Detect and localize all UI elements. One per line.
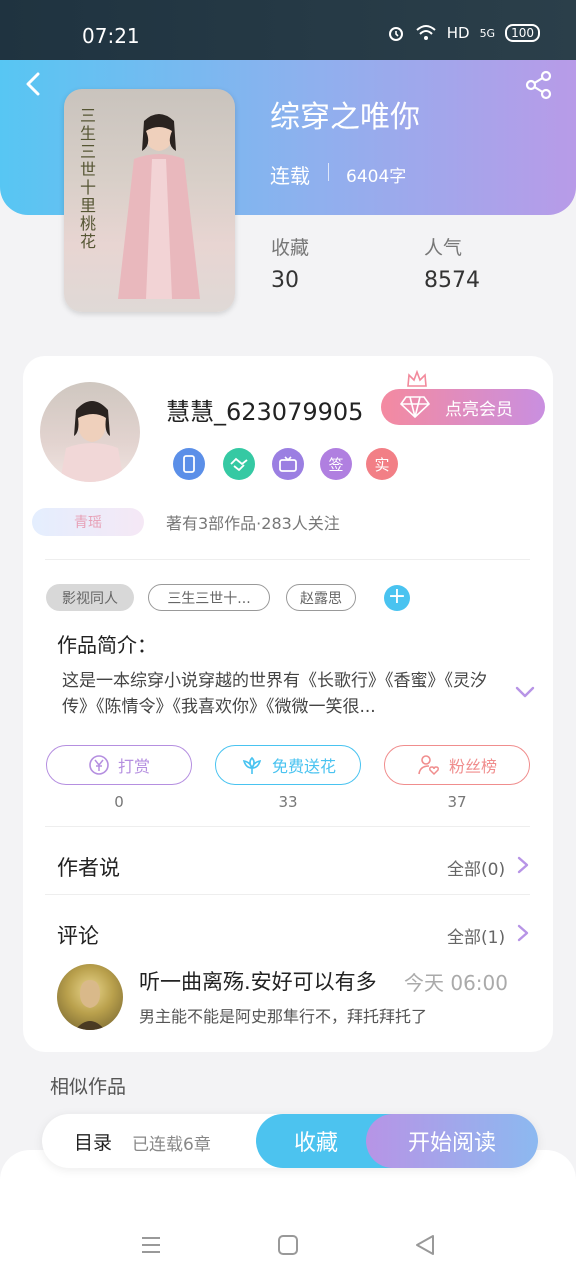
home-nav-icon[interactable] [277, 1234, 299, 1256]
stat-popularity-label: 人气 [424, 237, 463, 259]
back-nav-icon[interactable] [414, 1234, 436, 1256]
comment-text[interactable]: 男主能不能是阿史那隼行不，拜托拜托了 [139, 1003, 427, 1027]
intro-title: 作品简介： [57, 633, 157, 657]
toc-button[interactable]: 目录 [74, 1128, 112, 1155]
book-cover[interactable]: 三生三世十里桃花 [64, 89, 235, 312]
handshake-badge-icon[interactable] [223, 448, 255, 480]
stat-popularity-value: 8574 [424, 268, 480, 293]
bottom-panel [0, 1150, 576, 1280]
chevron-right-icon[interactable] [517, 924, 529, 942]
expand-chevron-down-icon[interactable] [514, 684, 536, 700]
stat-favorites-label: 收藏 [271, 237, 310, 259]
stat-favorites-value: 30 [271, 268, 299, 293]
sign-badge[interactable]: 签 [320, 448, 352, 480]
back-icon[interactable] [22, 72, 46, 96]
toc-chapter-count: 已连载6章 [132, 1135, 211, 1155]
network-label: HD [446, 24, 470, 42]
divider [45, 894, 530, 895]
comment-time: 今天 06:00 [404, 971, 508, 995]
crown-icon [407, 370, 427, 387]
author-level-tag: 青瑶 [32, 508, 144, 536]
start-reading-button[interactable]: 开始阅读 [366, 1114, 538, 1168]
yen-coin-icon [89, 755, 109, 775]
book-word-count: 6404字 [346, 167, 407, 187]
battery-indicator: 100 [505, 24, 540, 42]
collect-button-label: 收藏 [293, 1131, 338, 1156]
status-icons: HD 5G 100 [387, 24, 540, 42]
comments-title: 评论 [57, 924, 99, 948]
author-says-title: 作者说 [57, 856, 120, 880]
status-bar: 07:21 HD 5G 100 [0, 0, 576, 60]
send-flower-button[interactable]: 免费送花 [215, 745, 361, 785]
fan-ranking-button[interactable]: 粉丝榜 [384, 745, 530, 785]
cover-title: 三生三世十里桃花 [77, 107, 96, 251]
book-status: 连载 [270, 164, 310, 188]
menu-nav-icon[interactable] [140, 1234, 162, 1256]
reward-count: 0 [114, 793, 124, 811]
author-level-label: 青瑶 [74, 515, 102, 531]
author-meta: 著有3部作品·283人关注 [166, 514, 340, 533]
verified-badge[interactable]: 实 [366, 448, 398, 480]
status-time: 07:21 [82, 24, 140, 48]
flower-icon [242, 756, 262, 774]
comments-all-link[interactable]: 全部(1) [447, 923, 505, 948]
author-avatar[interactable] [40, 382, 140, 482]
author-says-all-link[interactable]: 全部(0) [447, 855, 505, 880]
user-heart-icon [418, 755, 439, 776]
start-reading-label: 开始阅读 [407, 1131, 496, 1156]
reward-button[interactable]: 打赏 [46, 745, 192, 785]
commenter-avatar[interactable] [57, 964, 123, 1030]
similar-works-title: 相似作品 [50, 1076, 127, 1098]
send-flower-label: 免费送花 [271, 757, 336, 776]
tv-badge-icon[interactable] [272, 448, 304, 480]
header-separator [328, 163, 329, 181]
wifi-icon [416, 25, 436, 40]
flower-count: 33 [278, 793, 298, 811]
diamond-icon [400, 396, 430, 419]
commenter-avatar-image [75, 980, 105, 1030]
add-tag-button[interactable]: + [384, 585, 410, 611]
tag-series[interactable]: 三生三世十... [148, 584, 270, 611]
cover-figure-image [118, 114, 200, 299]
comment-username[interactable]: 听一曲离殇.安好可以有多 [139, 966, 377, 996]
alarm-icon [388, 27, 403, 41]
chevron-right-icon[interactable] [517, 856, 529, 874]
reward-button-label: 打赏 [117, 757, 150, 776]
divider [45, 559, 530, 560]
author-name[interactable]: 慧慧_623079905 [166, 392, 363, 427]
avatar-image [60, 401, 124, 482]
book-title: 综穿之唯你 [270, 100, 420, 135]
tag-fandom[interactable]: 影视同人 [46, 584, 134, 611]
divider [45, 826, 530, 827]
share-icon[interactable] [524, 70, 554, 100]
signal-label: 5G [479, 26, 496, 40]
phone-badge-icon[interactable] [173, 448, 205, 480]
tag-actress[interactable]: 赵露思 [286, 584, 356, 611]
vip-button-label: 点亮会员 [445, 399, 513, 420]
intro-text: 这是一本综穿小说穿越的世界有《长歌行》《香蜜》《灵汐传》《陈情令》《我喜欢你》《… [62, 671, 487, 717]
fan-ranking-label: 粉丝榜 [448, 757, 497, 776]
fan-count: 37 [447, 793, 467, 811]
